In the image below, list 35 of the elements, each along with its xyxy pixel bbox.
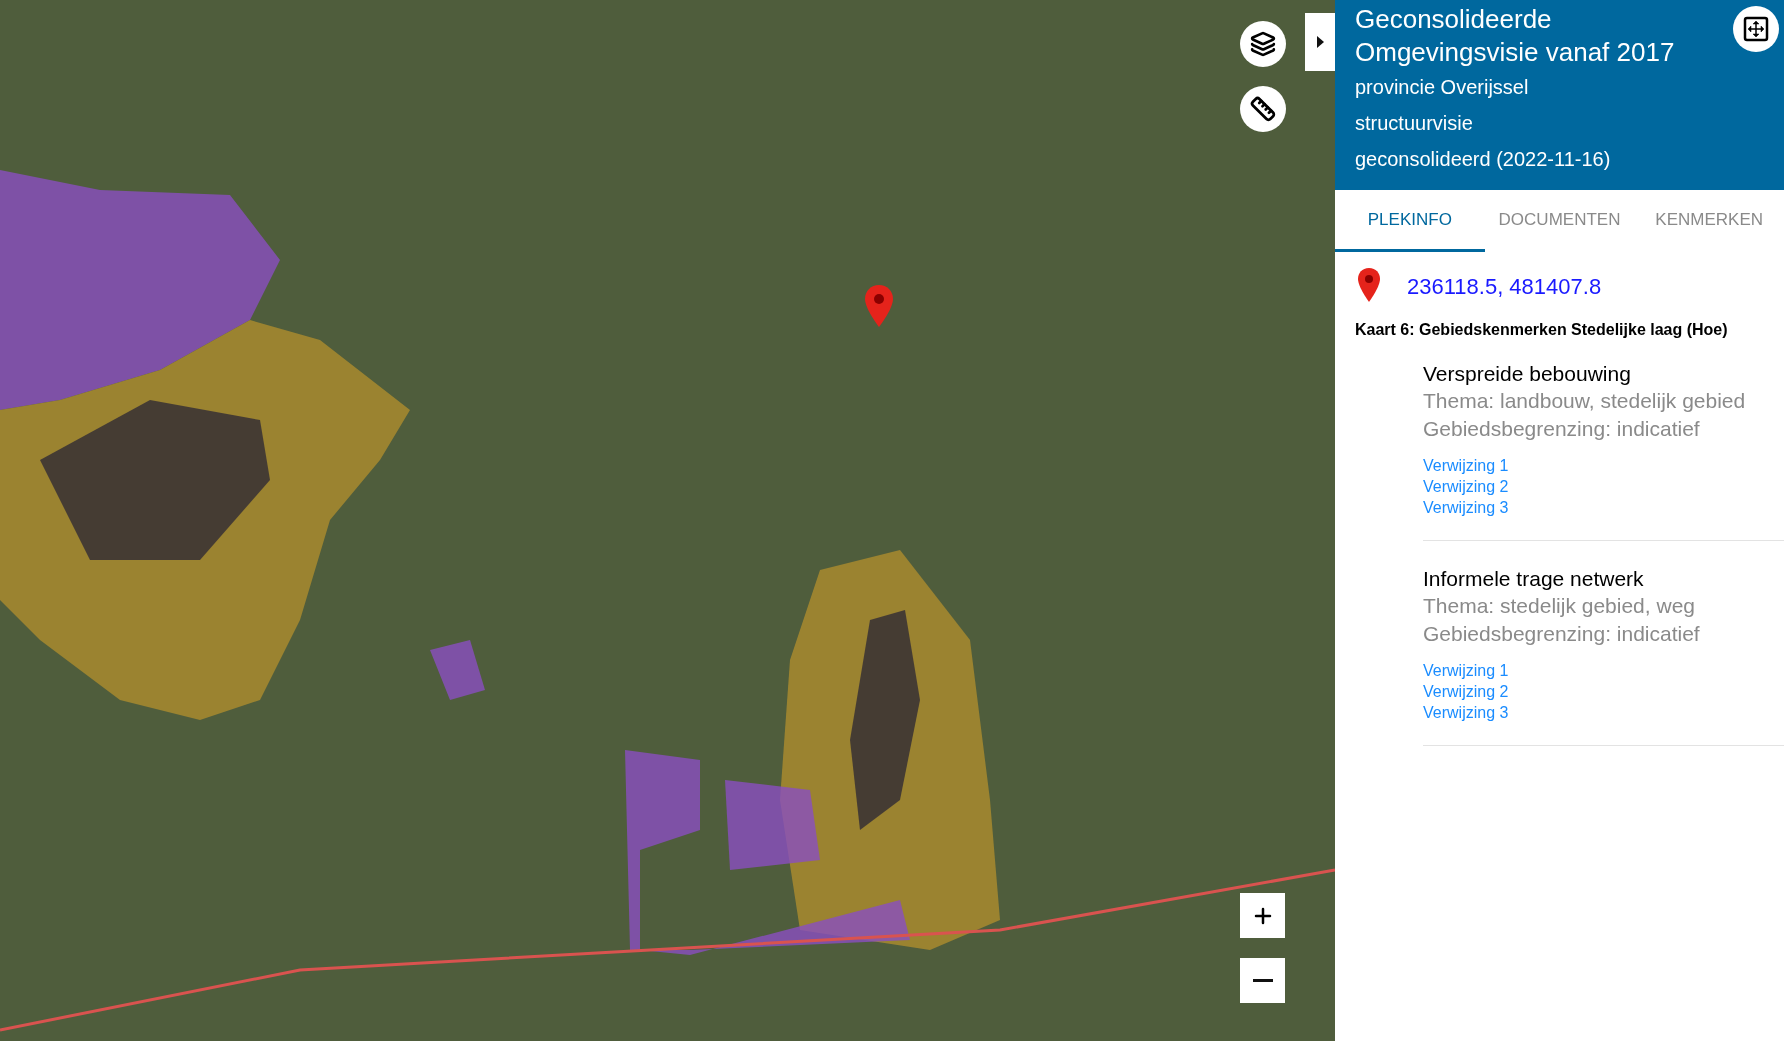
location-pin-icon xyxy=(1357,268,1381,304)
reference-link[interactable]: Verwijzing 1 xyxy=(1423,660,1509,681)
plan-detail: geconsolideerd (2022-11-16) xyxy=(1355,147,1612,172)
reference-link[interactable]: Verwijzing 3 xyxy=(1423,497,1509,518)
tab[interactable]: KENMERKEN xyxy=(1634,190,1784,252)
feature-detail: Gebiedsbegrenzing: indicatief xyxy=(1423,416,1701,442)
zoom-out-button[interactable] xyxy=(1240,958,1285,1003)
coordinates: 236118.5, 481407.8 xyxy=(1407,272,1602,301)
zoom-in-button[interactable] xyxy=(1240,893,1285,938)
minus-icon xyxy=(1252,979,1273,982)
feature-detail: Gebiedsbegrenzing: indicatief xyxy=(1423,621,1701,647)
ruler-icon xyxy=(1250,96,1276,122)
feature-detail: Thema: stedelijk gebied, weg xyxy=(1423,593,1696,619)
industrial-zone-area xyxy=(430,640,485,700)
fullscreen-button[interactable] xyxy=(1733,6,1779,52)
reference-link[interactable]: Verwijzing 2 xyxy=(1423,476,1509,497)
map-layer-title: Kaart 6: Gebiedskenmerken Stedelijke laag (Hoe) xyxy=(1354,320,1729,340)
location-pin-icon xyxy=(864,285,894,327)
feature-title: Verspreide bebouwing xyxy=(1423,361,1632,387)
measure-button[interactable] xyxy=(1240,86,1286,132)
reference-link[interactable]: Verwijzing 3 xyxy=(1423,702,1509,723)
caret-right-icon xyxy=(1316,36,1324,48)
tab[interactable]: DOCUMENTEN xyxy=(1484,190,1635,252)
feature-detail: Thema: landbouw, stedelijk gebied xyxy=(1423,388,1747,414)
plan-detail: structuurvisie xyxy=(1355,111,1474,136)
reference-link[interactable]: Verwijzing 2 xyxy=(1423,681,1509,702)
feature-title: Informele trage netwerk xyxy=(1423,566,1645,592)
layers-icon xyxy=(1250,31,1276,57)
layers-button[interactable] xyxy=(1240,21,1286,67)
move-arrows-icon xyxy=(1743,16,1769,42)
plan-title: Geconsolideerde Omgevingsvisie vanaf 2017 xyxy=(1355,3,1676,69)
reference-link[interactable]: Verwijzing 1 xyxy=(1423,455,1509,476)
plan-detail: provincie Overijssel xyxy=(1355,75,1530,100)
tab[interactable]: PLEKINFO xyxy=(1335,190,1485,252)
panel-toggle-button[interactable] xyxy=(1305,13,1335,71)
